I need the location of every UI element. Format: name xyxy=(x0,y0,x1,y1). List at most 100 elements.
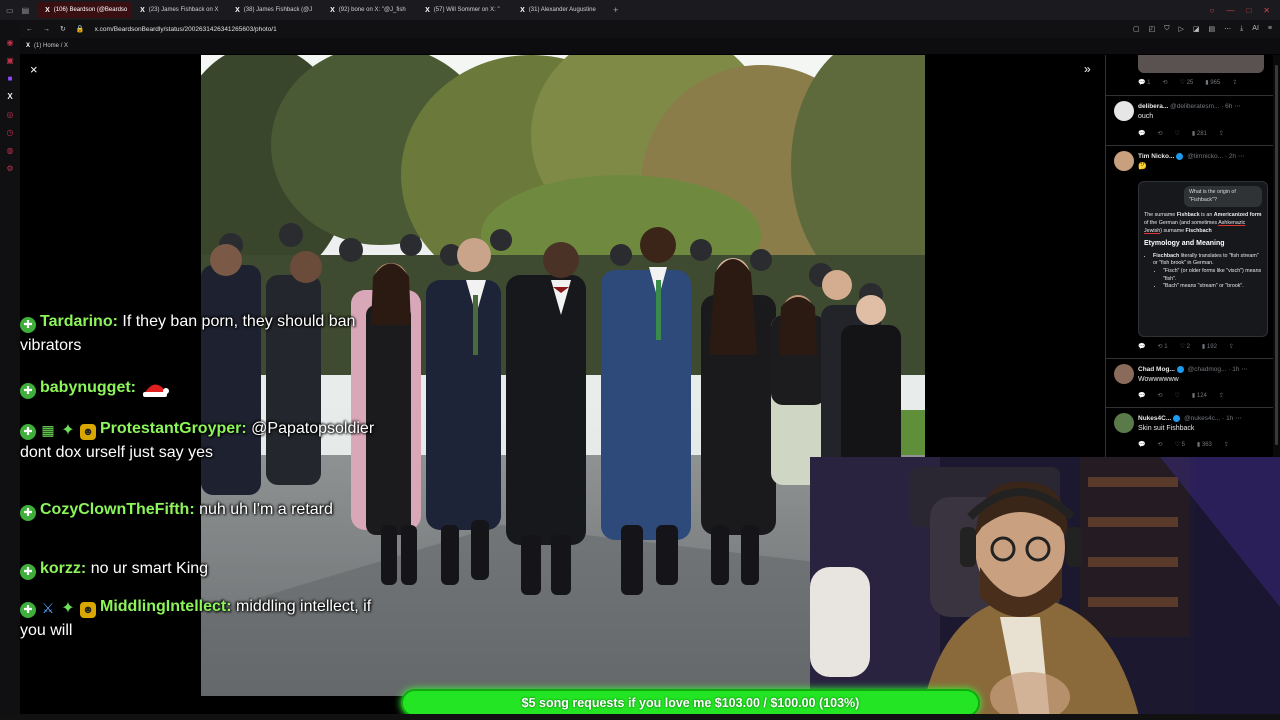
like-count: 5 xyxy=(1181,442,1185,448)
share-icon[interactable]: ⇪ xyxy=(1232,79,1237,86)
url-field[interactable]: x.com/BeardsonBeardly/status/20026314263… xyxy=(95,26,277,33)
tab[interactable]: X (31) Alexander Augustine xyxy=(512,2,607,18)
wallet-icon[interactable]: ▤ xyxy=(1209,25,1216,33)
sidebar-icon-2[interactable]: ▣ xyxy=(6,56,14,65)
verified-badge-icon xyxy=(1176,152,1184,160)
play-icon[interactable]: ▷ xyxy=(1179,25,1184,33)
x-logo-icon: X xyxy=(235,6,240,14)
list-item: Fischbach literally translates to "fish … xyxy=(1153,253,1262,291)
author-handle[interactable]: @deliberatesm... · 6h xyxy=(1170,103,1232,110)
views-icon[interactable]: ▮ 281 xyxy=(1192,130,1207,137)
like-icon[interactable]: ♡ 25 xyxy=(1180,79,1194,86)
reply-icon[interactable]: 💬 xyxy=(1138,441,1145,448)
share-icon[interactable]: ⇪ xyxy=(1219,392,1224,399)
sidebar-icon-4[interactable]: ◷ xyxy=(7,128,14,137)
sidebar-icon-5[interactable]: ◍ xyxy=(7,146,14,155)
previous-reply-image[interactable] xyxy=(1138,55,1264,73)
author-name[interactable]: Tim Nicko... xyxy=(1138,153,1174,160)
author-handle[interactable]: @chadmog... · 1h xyxy=(1188,366,1240,373)
close-window-icon[interactable]: ✕ xyxy=(1263,6,1270,15)
menu-icon[interactable]: ⋯ xyxy=(1224,25,1231,33)
like-icon[interactable]: ♡ 2 xyxy=(1180,343,1190,350)
grok-intro: The surname Fishback is an Americanized … xyxy=(1144,212,1262,234)
tweet-text: 🤔 xyxy=(1138,163,1147,170)
share-icon[interactable]: ⇪ xyxy=(1229,343,1234,350)
window-menu-icon[interactable]: ▭ xyxy=(6,6,14,15)
main-menu-icon[interactable]: ≡ xyxy=(1268,25,1272,33)
chat-username: korzz: xyxy=(40,560,87,577)
ai-button[interactable]: AI xyxy=(1252,25,1259,33)
search-icon[interactable]: ○ xyxy=(1210,6,1215,15)
x-logo-icon[interactable]: X xyxy=(7,92,12,101)
reload-icon[interactable]: ↻ xyxy=(60,25,66,33)
author-name[interactable]: Chad Mog... xyxy=(1138,366,1175,373)
author-handle[interactable]: @nukes4c... · 1h xyxy=(1184,415,1233,422)
twitch-icon[interactable]: ■ xyxy=(8,74,13,83)
author-name[interactable]: Nukes4C... xyxy=(1138,415,1171,422)
view-count: 192 xyxy=(1206,344,1217,350)
more-icon[interactable]: ⋯ xyxy=(1241,366,1248,373)
grok-answer-card[interactable]: What is the origin of "Fishback"? The su… xyxy=(1138,181,1268,337)
close-photo-button[interactable]: × xyxy=(30,62,38,77)
like-icon[interactable]: ♡ xyxy=(1175,392,1180,399)
tab[interactable]: X (23) James Fishback on X xyxy=(132,2,227,18)
views-icon[interactable]: ▮ 965 xyxy=(1205,79,1220,86)
bookmark-icon[interactable]: ▢ xyxy=(1133,25,1140,33)
chat-message: ✚ Tardarino: If they ban porn, they shoul… xyxy=(20,310,400,358)
new-tab-button[interactable]: + xyxy=(607,5,624,15)
avatar[interactable] xyxy=(1114,364,1134,384)
view-count: 281 xyxy=(1196,131,1207,137)
avatar[interactable] xyxy=(1114,101,1134,121)
repost-icon[interactable]: ⟲ xyxy=(1157,441,1162,448)
views-icon[interactable]: ▮ 124 xyxy=(1192,392,1207,399)
thread-scrollbar[interactable] xyxy=(1273,55,1280,457)
back-icon[interactable]: ← xyxy=(26,26,33,33)
like-icon[interactable]: ♡ 5 xyxy=(1175,441,1185,448)
sub-badge-icon: ☻ xyxy=(80,602,96,618)
author-handle[interactable]: @timnicko... · 2h xyxy=(1187,153,1236,160)
avatar[interactable] xyxy=(1114,413,1134,433)
more-icon[interactable]: ⋯ xyxy=(1238,153,1245,160)
forward-icon[interactable]: → xyxy=(43,26,50,33)
tab[interactable]: X (57) Will Sommer on X: " xyxy=(417,2,512,18)
sidebar-icon-3[interactable]: ◎ xyxy=(7,110,14,119)
view-count: 124 xyxy=(1196,393,1207,399)
share-icon[interactable]: ⇪ xyxy=(1219,130,1224,137)
screenshot-icon[interactable]: ◰ xyxy=(1149,25,1156,33)
author-name[interactable]: delibera... xyxy=(1138,103,1168,110)
avatar[interactable] xyxy=(1114,151,1134,171)
more-icon[interactable]: ⋯ xyxy=(1235,415,1242,422)
repost-icon[interactable]: ⟲ xyxy=(1162,79,1167,86)
x-logo-icon: X xyxy=(45,6,50,14)
share-icon[interactable]: ⇪ xyxy=(1224,441,1229,448)
like-icon[interactable]: ♡ xyxy=(1175,130,1180,137)
workspaces-icon[interactable]: ▤ xyxy=(22,6,30,15)
extensions-icon[interactable]: ◪ xyxy=(1193,25,1200,33)
reply-icon[interactable]: 💬 xyxy=(1138,392,1145,399)
expand-thread-button[interactable]: » xyxy=(1084,62,1091,76)
downloads-icon[interactable]: ⤓ xyxy=(1240,25,1243,33)
tab-active[interactable]: X (106) Beardson (@Beardso xyxy=(37,2,133,18)
bookmark-home[interactable]: (1) Home / X xyxy=(34,43,68,49)
grok-heading: Etymology and Meaning xyxy=(1144,240,1225,248)
maximize-icon[interactable]: □ xyxy=(1246,6,1251,15)
more-icon[interactable]: ⋯ xyxy=(1234,103,1241,110)
minimize-icon[interactable]: — xyxy=(1226,6,1234,15)
tab[interactable]: X (38) James Fishback (@J xyxy=(227,2,322,18)
views-icon[interactable]: ▮ 192 xyxy=(1202,343,1217,350)
shield-icon[interactable]: ⛉ xyxy=(1164,25,1169,33)
repost-icon[interactable]: ⟲ xyxy=(1157,392,1162,399)
tab[interactable]: X (92) bone on X: "@J_fish xyxy=(322,2,417,18)
sidebar-icon-6[interactable]: ⚙ xyxy=(6,164,13,173)
reply-icon[interactable]: 💬 xyxy=(1138,343,1145,350)
reply-icon[interactable]: 💬 xyxy=(1138,130,1145,137)
gift-icon: ▦ xyxy=(41,422,55,438)
reply-icon[interactable]: 💬 1 xyxy=(1138,79,1150,86)
repost-icon[interactable]: ⟲ xyxy=(1157,130,1162,137)
chat-message: ✚ babynugget: xyxy=(20,374,400,400)
scrollbar-thumb[interactable] xyxy=(1275,65,1278,445)
address-bar-row: ← → ↻ 🔒 x.com/BeardsonBeardly/status/200… xyxy=(20,20,1280,38)
repost-icon[interactable]: ⟲ 1 xyxy=(1157,343,1167,350)
sidebar-icon-1[interactable]: ◉ xyxy=(7,38,14,47)
views-icon[interactable]: ▮ 363 xyxy=(1197,441,1212,448)
